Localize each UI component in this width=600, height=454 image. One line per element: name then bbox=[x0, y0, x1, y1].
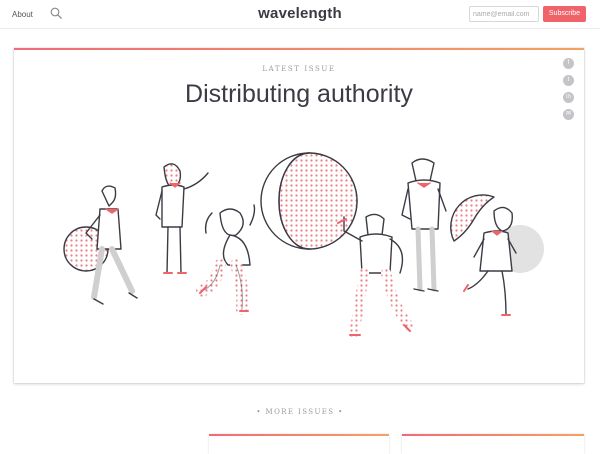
linkedin-icon[interactable]: in bbox=[563, 92, 574, 103]
issue-title[interactable]: Distributing authority bbox=[14, 80, 584, 109]
card-accent-bar bbox=[14, 48, 584, 50]
latest-issue-label: LATEST ISSUE bbox=[262, 65, 336, 73]
site-header: About wavelength Subscribe bbox=[0, 0, 600, 29]
email-field[interactable] bbox=[469, 6, 539, 22]
issue-card-preview[interactable] bbox=[209, 434, 389, 454]
subscribe-button[interactable]: Subscribe bbox=[543, 6, 586, 22]
twitter-icon[interactable]: t bbox=[563, 75, 574, 86]
more-issues-heading: • MORE ISSUES • bbox=[256, 408, 344, 416]
latest-issue-card[interactable]: LATEST ISSUE Distributing authority f t … bbox=[14, 48, 584, 383]
email-icon[interactable]: ✉ bbox=[563, 109, 574, 120]
issue-illustration bbox=[63, 150, 544, 338]
card-accent-bar bbox=[209, 434, 389, 436]
card-accent-bar bbox=[402, 434, 584, 436]
facebook-icon[interactable]: f bbox=[563, 58, 574, 69]
issue-card-preview[interactable] bbox=[402, 434, 584, 454]
